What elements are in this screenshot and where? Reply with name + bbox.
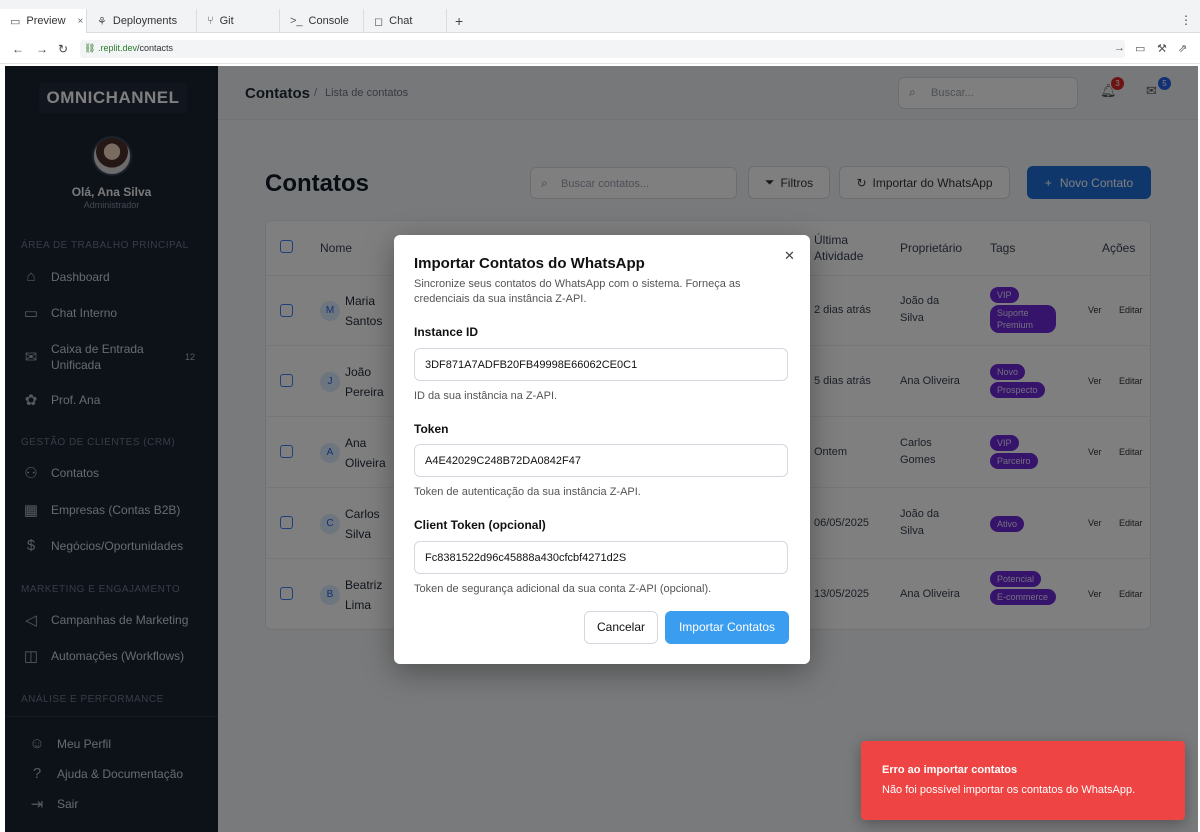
instance-id-input[interactable]	[414, 348, 788, 381]
client-token-input[interactable]	[414, 541, 788, 574]
back-arrow-icon[interactable]: ←	[12, 42, 24, 56]
chat-icon: ◻	[374, 15, 384, 28]
tab-label: Preview	[26, 15, 66, 27]
client-token-label: Client Token (opcional)	[414, 518, 546, 532]
external-link-icon[interactable]: ⇗	[1178, 42, 1187, 55]
import-whatsapp-dialog: ✕ Importar Contatos do WhatsApp Sincroni…	[394, 235, 810, 664]
forward-arrow-icon[interactable]: →	[36, 42, 48, 56]
close-icon[interactable]: ×	[78, 16, 84, 27]
tab-label: Chat	[389, 15, 413, 27]
devices-icon[interactable]: ▭	[1135, 42, 1145, 55]
tab-preview[interactable]: ▭ Preview ×	[0, 9, 87, 33]
git-icon: ⑂	[207, 15, 214, 27]
instance-id-label: Instance ID	[414, 325, 479, 339]
cancel-button[interactable]: Cancelar	[584, 611, 658, 644]
tab-label: Console	[308, 15, 349, 27]
new-tab-icon[interactable]: +	[455, 13, 463, 29]
browser-tab-bar: ▭ Preview × ⚘ Deployments ⑂ Git >_ Conso…	[0, 9, 1200, 33]
wrench-icon[interactable]: ⚒	[1157, 42, 1167, 55]
tab-console[interactable]: >_ Console	[280, 9, 364, 33]
url-bar: ← → ↻ ⛓ .replit.dev/contacts → ▭ ⚒ ⇗	[0, 34, 1200, 64]
token-label: Token	[414, 422, 449, 436]
console-icon: >_	[290, 15, 303, 27]
reload-icon[interactable]: ↻	[58, 42, 68, 56]
instance-id-help: ID da sua instância na Z-API.	[414, 390, 558, 402]
tab-deployments[interactable]: ⚘ Deployments	[87, 9, 197, 33]
deploy-icon: ⚘	[97, 15, 107, 28]
toast-title: Erro ao importar contatos	[882, 764, 1018, 776]
import-contacts-button[interactable]: Importar Contatos	[665, 611, 789, 644]
dialog-title: Importar Contatos do WhatsApp	[414, 255, 645, 272]
monitor-icon: ▭	[10, 15, 21, 28]
close-icon[interactable]: ✕	[784, 248, 795, 264]
more-vertical-icon[interactable]: ⋮	[1180, 13, 1192, 27]
tab-label: Deployments	[112, 15, 178, 27]
token-input[interactable]	[414, 444, 788, 477]
tab-label: Git	[219, 15, 234, 27]
token-help: Token de autenticação da sua instância Z…	[414, 486, 641, 498]
address-field[interactable]: ⛓ .replit.dev/contacts	[80, 40, 1125, 58]
url-domain: .replit.dev	[97, 43, 137, 53]
tab-chat[interactable]: ◻ Chat	[364, 9, 447, 33]
tab-git[interactable]: ⑂ Git	[197, 9, 280, 33]
dialog-description: Sincronize seus contatos do WhatsApp com…	[414, 278, 741, 305]
go-arrow-icon[interactable]: →	[1114, 42, 1125, 54]
toast-message: Não foi possível importar os contatos do…	[882, 784, 1136, 796]
error-toast[interactable]: Erro ao importar contatos Não foi possív…	[861, 741, 1185, 820]
link-icon: ⛓	[84, 43, 96, 53]
url-path: /contacts	[136, 43, 174, 53]
browser-top-strip	[0, 0, 1200, 9]
client-token-help: Token de segurança adicional da sua cont…	[414, 583, 712, 595]
